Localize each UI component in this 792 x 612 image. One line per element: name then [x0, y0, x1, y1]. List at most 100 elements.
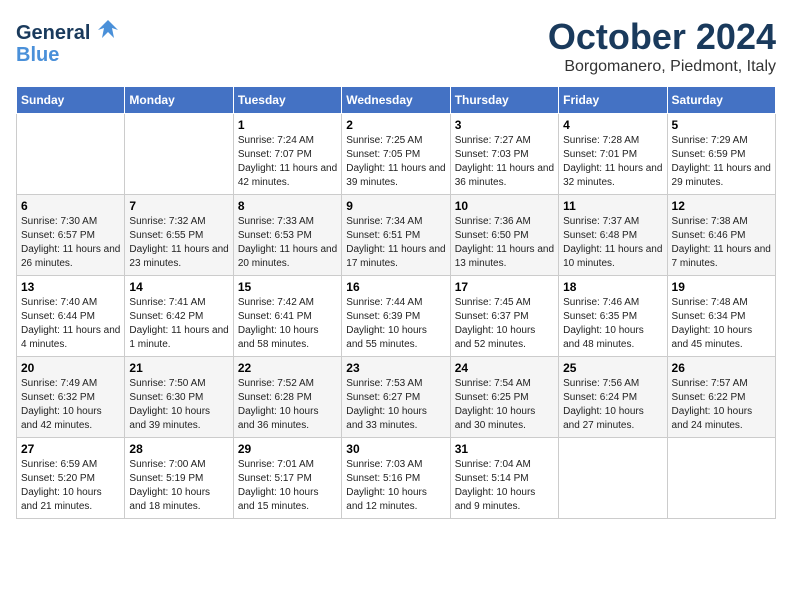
- day-number: 28: [129, 442, 228, 456]
- day-number: 1: [238, 118, 337, 132]
- day-number: 7: [129, 199, 228, 213]
- day-info: Sunrise: 7:42 AM Sunset: 6:41 PM Dayligh…: [238, 296, 337, 352]
- day-info: Sunrise: 7:44 AM Sunset: 6:39 PM Dayligh…: [346, 296, 445, 352]
- calendar-cell: [559, 438, 667, 519]
- week-row-2: 6 Sunrise: 7:30 AM Sunset: 6:57 PM Daylig…: [17, 195, 776, 276]
- day-number: 5: [672, 118, 771, 132]
- calendar-cell: [667, 438, 775, 519]
- day-number: 11: [563, 199, 662, 213]
- day-info: Sunrise: 7:57 AM Sunset: 6:22 PM Dayligh…: [672, 377, 771, 433]
- day-info: Sunrise: 7:28 AM Sunset: 7:01 PM Dayligh…: [563, 134, 662, 190]
- day-info: Sunrise: 7:00 AM Sunset: 5:19 PM Dayligh…: [129, 458, 228, 514]
- calendar-cell: 12Sunrise: 7:38 AM Sunset: 6:46 PM Dayli…: [667, 195, 775, 276]
- day-number: 9: [346, 199, 445, 213]
- calendar-cell: 15 Sunrise: 7:42 AM Sunset: 6:41 PM Dayli…: [233, 276, 341, 357]
- weekday-header-row: SundayMondayTuesdayWednesdayThursdayFrid…: [17, 87, 776, 114]
- day-info: Sunrise: 7:37 AM Sunset: 6:48 PM Dayligh…: [563, 215, 662, 271]
- day-info: Sunrise: 7:36 AM Sunset: 6:50 PM Dayligh…: [455, 215, 554, 271]
- day-info: Sunrise: 7:50 AM Sunset: 6:30 PM Dayligh…: [129, 377, 228, 433]
- week-row-3: 13Sunrise: 7:40 AM Sunset: 6:44 PM Dayli…: [17, 276, 776, 357]
- calendar-cell: 30 Sunrise: 7:03 AM Sunset: 5:16 PM Dayli…: [342, 438, 450, 519]
- calendar-cell: 6 Sunrise: 7:30 AM Sunset: 6:57 PM Daylig…: [17, 195, 125, 276]
- day-info: Sunrise: 7:41 AM Sunset: 6:42 PM Dayligh…: [129, 296, 228, 352]
- day-number: 23: [346, 361, 445, 375]
- day-number: 29: [238, 442, 337, 456]
- day-number: 2: [346, 118, 445, 132]
- day-number: 30: [346, 442, 445, 456]
- day-info: Sunrise: 7:52 AM Sunset: 6:28 PM Dayligh…: [238, 377, 337, 433]
- calendar-cell: 31 Sunrise: 7:04 AM Sunset: 5:14 PM Dayli…: [450, 438, 558, 519]
- calendar-cell: 11 Sunrise: 7:37 AM Sunset: 6:48 PM Dayli…: [559, 195, 667, 276]
- day-number: 31: [455, 442, 554, 456]
- title-area: October 2024 Borgomanero, Piedmont, Ital…: [548, 16, 776, 76]
- calendar-cell: 29Sunrise: 7:01 AM Sunset: 5:17 PM Dayli…: [233, 438, 341, 519]
- day-info: Sunrise: 7:03 AM Sunset: 5:16 PM Dayligh…: [346, 458, 445, 514]
- weekday-header-tuesday: Tuesday: [233, 87, 341, 114]
- day-number: 4: [563, 118, 662, 132]
- day-number: 10: [455, 199, 554, 213]
- calendar-cell: 25 Sunrise: 7:56 AM Sunset: 6:24 PM Dayli…: [559, 357, 667, 438]
- day-number: 14: [129, 280, 228, 294]
- calendar-cell: 17 Sunrise: 7:45 AM Sunset: 6:37 PM Dayli…: [450, 276, 558, 357]
- day-info: Sunrise: 7:04 AM Sunset: 5:14 PM Dayligh…: [455, 458, 554, 514]
- day-number: 12: [672, 199, 771, 213]
- day-info: Sunrise: 6:59 AM Sunset: 5:20 PM Dayligh…: [21, 458, 120, 514]
- calendar-cell: 9 Sunrise: 7:34 AM Sunset: 6:51 PM Daylig…: [342, 195, 450, 276]
- weekday-header-friday: Friday: [559, 87, 667, 114]
- week-row-4: 20 Sunrise: 7:49 AM Sunset: 6:32 PM Dayli…: [17, 357, 776, 438]
- weekday-header-wednesday: Wednesday: [342, 87, 450, 114]
- calendar-cell: [17, 114, 125, 195]
- calendar-cell: [125, 114, 233, 195]
- weekday-header-thursday: Thursday: [450, 87, 558, 114]
- day-info: Sunrise: 7:25 AM Sunset: 7:05 PM Dayligh…: [346, 134, 445, 190]
- day-number: 27: [21, 442, 120, 456]
- calendar-cell: 16Sunrise: 7:44 AM Sunset: 6:39 PM Dayli…: [342, 276, 450, 357]
- day-info: Sunrise: 7:33 AM Sunset: 6:53 PM Dayligh…: [238, 215, 337, 271]
- calendar-cell: 7 Sunrise: 7:32 AM Sunset: 6:55 PM Daylig…: [125, 195, 233, 276]
- month-title: October 2024: [548, 16, 776, 58]
- calendar-table: SundayMondayTuesdayWednesdayThursdayFrid…: [16, 86, 776, 519]
- logo: General Blue: [16, 16, 122, 65]
- day-info: Sunrise: 7:34 AM Sunset: 6:51 PM Dayligh…: [346, 215, 445, 271]
- day-info: Sunrise: 7:46 AM Sunset: 6:35 PM Dayligh…: [563, 296, 662, 352]
- day-info: Sunrise: 7:56 AM Sunset: 6:24 PM Dayligh…: [563, 377, 662, 433]
- calendar-cell: 18Sunrise: 7:46 AM Sunset: 6:35 PM Dayli…: [559, 276, 667, 357]
- calendar-cell: 2 Sunrise: 7:25 AM Sunset: 7:05 PM Daylig…: [342, 114, 450, 195]
- location-title: Borgomanero, Piedmont, Italy: [548, 58, 776, 76]
- calendar-cell: 10 Sunrise: 7:36 AM Sunset: 6:50 PM Dayli…: [450, 195, 558, 276]
- day-info: Sunrise: 7:32 AM Sunset: 6:55 PM Dayligh…: [129, 215, 228, 271]
- calendar-cell: 28 Sunrise: 7:00 AM Sunset: 5:19 PM Dayli…: [125, 438, 233, 519]
- day-number: 25: [563, 361, 662, 375]
- day-number: 22: [238, 361, 337, 375]
- calendar-cell: 19Sunrise: 7:48 AM Sunset: 6:34 PM Dayli…: [667, 276, 775, 357]
- calendar-cell: 4 Sunrise: 7:28 AM Sunset: 7:01 PM Daylig…: [559, 114, 667, 195]
- day-info: Sunrise: 7:49 AM Sunset: 6:32 PM Dayligh…: [21, 377, 120, 433]
- day-number: 15: [238, 280, 337, 294]
- day-number: 8: [238, 199, 337, 213]
- calendar-cell: 1 Sunrise: 7:24 AM Sunset: 7:07 PM Daylig…: [233, 114, 341, 195]
- day-number: 21: [129, 361, 228, 375]
- calendar-cell: 8 Sunrise: 7:33 AM Sunset: 6:53 PM Daylig…: [233, 195, 341, 276]
- day-number: 3: [455, 118, 554, 132]
- day-info: Sunrise: 7:24 AM Sunset: 7:07 PM Dayligh…: [238, 134, 337, 190]
- calendar-cell: 3Sunrise: 7:27 AM Sunset: 7:03 PM Daylig…: [450, 114, 558, 195]
- week-row-5: 27 Sunrise: 6:59 AM Sunset: 5:20 PM Dayli…: [17, 438, 776, 519]
- day-info: Sunrise: 7:45 AM Sunset: 6:37 PM Dayligh…: [455, 296, 554, 352]
- header: General Blue October 2024 Borgomanero, P…: [16, 16, 776, 76]
- day-info: Sunrise: 7:53 AM Sunset: 6:27 PM Dayligh…: [346, 377, 445, 433]
- day-info: Sunrise: 7:40 AM Sunset: 6:44 PM Dayligh…: [21, 296, 120, 352]
- day-number: 20: [21, 361, 120, 375]
- weekday-header-monday: Monday: [125, 87, 233, 114]
- day-number: 24: [455, 361, 554, 375]
- calendar-cell: 20 Sunrise: 7:49 AM Sunset: 6:32 PM Dayli…: [17, 357, 125, 438]
- week-row-1: 1 Sunrise: 7:24 AM Sunset: 7:07 PM Daylig…: [17, 114, 776, 195]
- calendar-cell: 13Sunrise: 7:40 AM Sunset: 6:44 PM Dayli…: [17, 276, 125, 357]
- calendar-cell: 26 Sunrise: 7:57 AM Sunset: 6:22 PM Dayli…: [667, 357, 775, 438]
- day-info: Sunrise: 7:48 AM Sunset: 6:34 PM Dayligh…: [672, 296, 771, 352]
- day-number: 26: [672, 361, 771, 375]
- calendar-cell: 22 Sunrise: 7:52 AM Sunset: 6:28 PM Dayli…: [233, 357, 341, 438]
- day-info: Sunrise: 7:30 AM Sunset: 6:57 PM Dayligh…: [21, 215, 120, 271]
- day-number: 6: [21, 199, 120, 213]
- day-number: 17: [455, 280, 554, 294]
- weekday-header-saturday: Saturday: [667, 87, 775, 114]
